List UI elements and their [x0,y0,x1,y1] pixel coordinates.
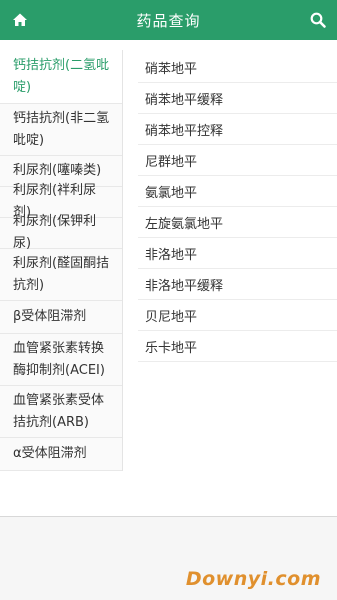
sidebar-item-label: 利尿剂(醛固酮拮抗剂) [13,255,110,293]
sidebar-item-label: 血管紧张素受体拮抗剂(ARB) [13,392,105,430]
drug-list-item[interactable]: 左旋氨氯地平 [138,207,337,238]
watermark-logo: Downyi.com [185,568,321,590]
sidebar-item-label: 利尿剂(噻嗪类) [13,163,102,178]
drug-list-item[interactable]: 乐卡地平 [138,331,337,362]
drug-list-item[interactable]: 非洛地平 [138,238,337,269]
sidebar-item-category[interactable]: α受体阻滞剂 [0,438,122,471]
sidebar-item-label: β受体阻滞剂 [13,309,87,324]
drug-list-item[interactable]: 非洛地平缓释 [138,269,337,300]
content-area: 钙拮抗剂(二氢吡啶) 钙拮抗剂(非二氢吡啶) 利尿剂(噻嗪类) 利尿剂(袢利尿剂) 利尿… [0,40,337,517]
drug-list-item[interactable]: 尼群地平 [138,145,337,176]
drug-list-item[interactable]: 硝苯地平控释 [138,114,337,145]
sidebar-item-label: 钙拮抗剂(非二氢吡啶) [13,110,110,148]
sidebar-item-category[interactable]: β受体阻滞剂 [0,301,122,334]
drug-list-item[interactable]: 硝苯地平缓释 [138,83,337,114]
sidebar-item-category[interactable]: 利尿剂(保钾利尿) [0,214,122,251]
sidebar-item-category[interactable]: 钙拮抗剂(非二氢吡啶) [0,104,122,156]
drug-list: 硝苯地平 硝苯地平缓释 硝苯地平控释 尼群地平 氨氯地平 左旋氨氯地平 非洛地平 非洛地平缓释… [138,52,337,362]
drug-list-item[interactable]: 氨氯地平 [138,176,337,207]
home-icon[interactable] [10,10,30,30]
footer-area: Downyi.com [0,517,337,600]
sidebar-item-label: α受体阻滞剂 [13,446,87,461]
drug-list-item[interactable]: 贝尼地平 [138,300,337,331]
drug-list-item[interactable]: 硝苯地平 [138,52,337,83]
sidebar-item-label: 钙拮抗剂(二氢吡啶) [13,57,110,95]
sidebar-item-category[interactable]: 利尿剂(醛固酮拮抗剂) [0,249,122,301]
search-icon[interactable] [308,10,328,30]
app-header: 药品查询 [0,0,337,40]
sidebar-item-label: 血管紧张素转换酶抑制剂(ACEI) [13,340,105,378]
sidebar-item-label: 利尿剂(保钾利尿) [13,214,97,251]
sidebar-item-category[interactable]: 血管紧张素受体拮抗剂(ARB) [0,386,122,438]
page-title: 药品查询 [136,11,201,30]
category-sidebar: 钙拮抗剂(二氢吡啶) 钙拮抗剂(非二氢吡啶) 利尿剂(噻嗪类) 利尿剂(袢利尿剂) 利尿… [0,50,123,471]
sidebar-item-category[interactable]: 血管紧张素转换酶抑制剂(ACEI) [0,334,122,386]
sidebar-item-category[interactable]: 钙拮抗剂(二氢吡啶) [0,50,122,104]
